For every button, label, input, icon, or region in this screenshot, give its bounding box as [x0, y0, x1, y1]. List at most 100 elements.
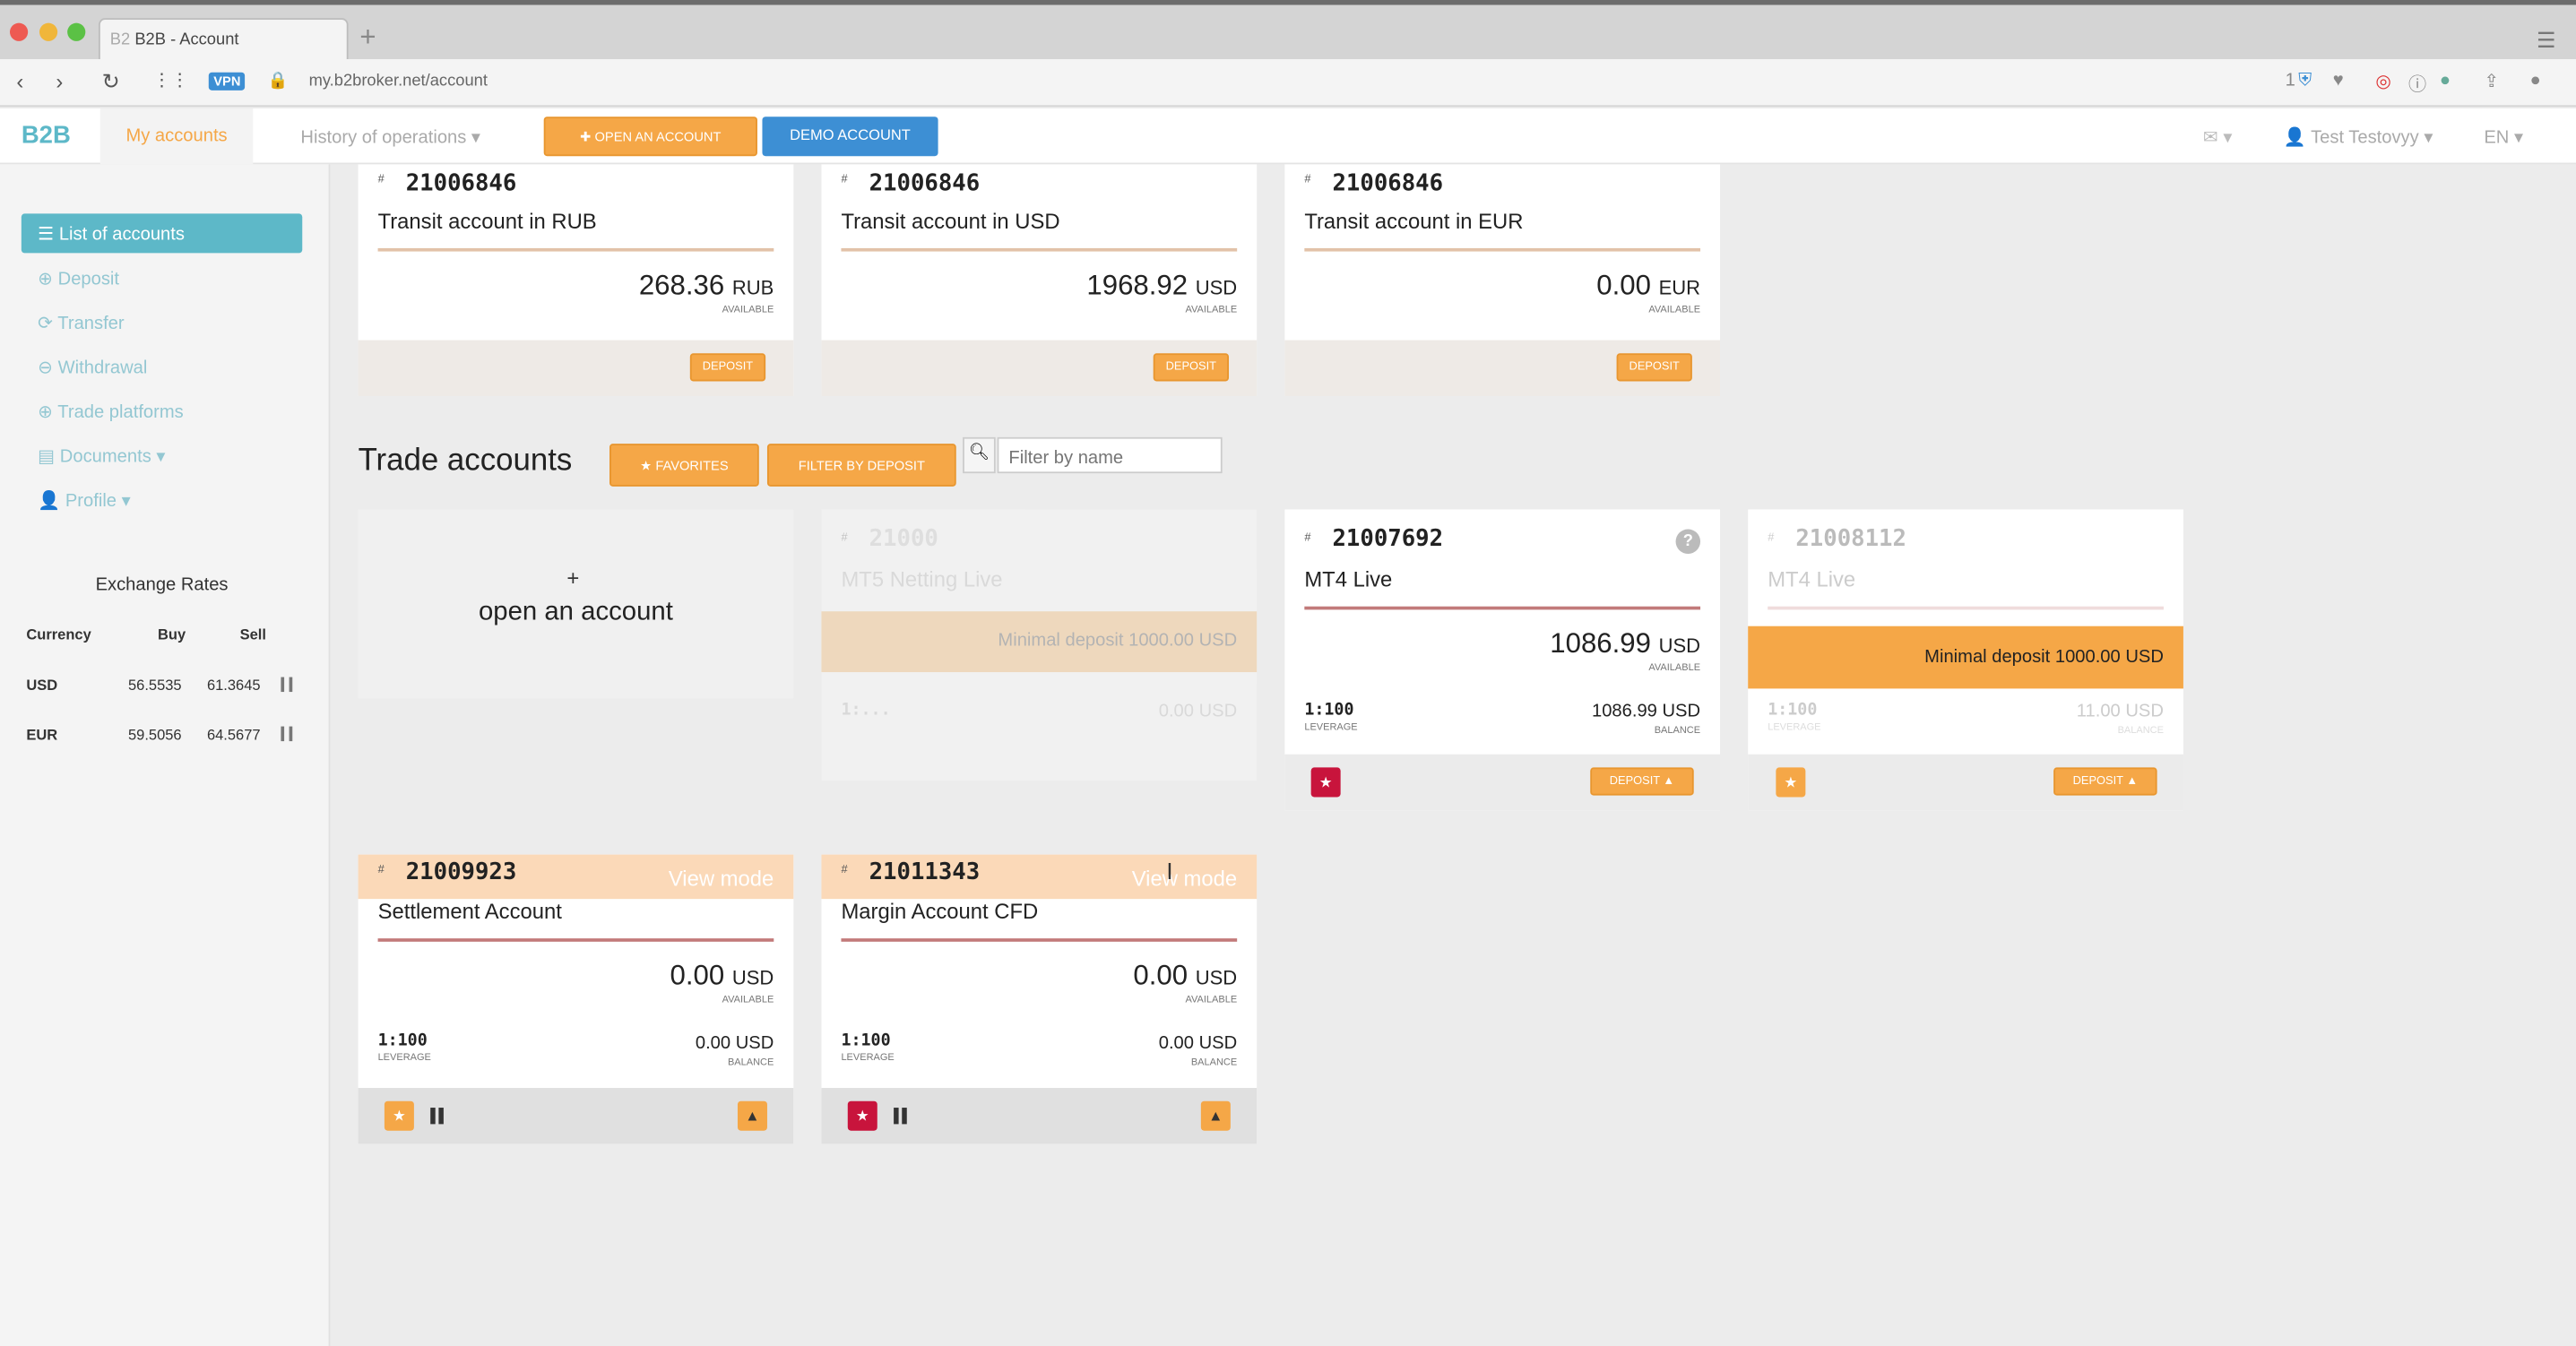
help-icon[interactable]: ?: [1675, 529, 1701, 555]
balance-label: BALANCE: [2117, 726, 2164, 737]
margin-account-card: # 21011343 View mode Margin Account CFD …: [821, 854, 1258, 1144]
account-name: MT4 Live: [1304, 566, 1393, 592]
browser-address-bar: ‹ › ↻ ⋮⋮ VPN 🔒 my.b2broker.net/account 1…: [0, 59, 2576, 108]
amount-currency: EUR: [1658, 276, 1701, 299]
new-tab-icon[interactable]: +: [359, 22, 376, 55]
user-menu[interactable]: 👤 Test Testovyy ▾: [2284, 126, 2433, 148]
search-icon[interactable]: 🔍︎: [963, 436, 996, 474]
card-footer: DEPOSIT: [1284, 340, 1721, 396]
heart-icon[interactable]: ♥: [2333, 71, 2344, 91]
favorite-star-icon[interactable]: ★: [1310, 767, 1341, 798]
favorite-star-icon[interactable]: ★: [384, 1100, 414, 1131]
sidebar-item-transfer[interactable]: ⟳ Transfer: [38, 312, 124, 333]
account-number: 21008112: [1795, 525, 1906, 553]
chart-bars-icon[interactable]: [281, 677, 293, 693]
exchange-row-sell: 61.3645: [206, 677, 261, 694]
extension-icon[interactable]: ●: [2440, 71, 2451, 91]
exchange-rates-title: Exchange Rates: [95, 574, 229, 595]
reload-icon[interactable]: ↻: [102, 69, 120, 95]
account-name: Transit account in USD: [841, 208, 1060, 234]
tab-menu-icon[interactable]: ☰: [2537, 28, 2555, 54]
account-amount: 0.00 USD: [1133, 960, 1237, 993]
share-icon[interactable]: ⇪: [2484, 71, 2499, 92]
url-field[interactable]: my.b2broker.net/account: [309, 73, 488, 91]
amount-currency: USD: [1195, 966, 1238, 990]
deposit-button[interactable]: DEPOSIT ▲: [1590, 767, 1694, 796]
transit-card-eur: # 21006846 Transit account in EUR 0.00 E…: [1284, 164, 1721, 396]
sidebar-item-profile[interactable]: 👤 Profile ▾: [38, 490, 131, 511]
sidebar: ☰ List of accounts ⊕ Deposit ⟳ Transfer …: [0, 164, 331, 1346]
mail-icon[interactable]: ✉ ▾: [2203, 126, 2233, 148]
sidebar-item-withdrawal[interactable]: ⊖ Withdrawal: [38, 357, 147, 378]
transit-card-rub: # 21006846 Transit account in RUB 268.36…: [358, 164, 794, 396]
speed-dial-icon[interactable]: ⋮⋮: [152, 69, 188, 91]
info-icon[interactable]: ⓘ: [2408, 71, 2426, 97]
mt5-netting-card: # 21000 MT5 Netting Live Minimal deposit…: [821, 509, 1258, 781]
available-label: AVAILABLE: [1185, 306, 1238, 316]
balance-label: BALANCE: [727, 1058, 774, 1069]
account-number: 21006846: [1332, 170, 1444, 198]
amount-currency: RUB: [731, 276, 774, 299]
sidebar-item-deposit[interactable]: ⊕ Deposit: [38, 268, 119, 289]
account-name: MT5 Netting Live: [841, 566, 1003, 592]
filter-by-name-input[interactable]: [997, 436, 1223, 474]
logo[interactable]: B2B: [22, 122, 71, 150]
mt4-live-card-2: # 21008112 MT4 Live Minimal deposit 1000…: [1748, 509, 2183, 811]
amount-value: 268.36: [638, 269, 725, 301]
exchange-row-buy: 56.5535: [127, 677, 182, 694]
available-label: AVAILABLE: [1185, 996, 1238, 1006]
chart-bars-icon[interactable]: [281, 726, 293, 742]
deposit-button[interactable]: DEPOSIT: [689, 353, 766, 382]
deposit-button[interactable]: DEPOSIT: [1153, 353, 1230, 382]
expand-up-icon[interactable]: ▲: [737, 1100, 767, 1131]
amount-currency: USD: [1658, 634, 1701, 658]
sidebar-item-list-of-accounts[interactable]: ☰ List of accounts: [21, 213, 303, 254]
hash-icon: #: [841, 864, 848, 876]
hash-icon: #: [841, 174, 848, 186]
leverage-value: 1:100: [1768, 702, 1818, 720]
divider: [841, 938, 1238, 942]
favorites-button[interactable]: ★ FAVORITES: [609, 444, 759, 487]
amount-value: 0.00: [1133, 959, 1189, 991]
open-account-card[interactable]: + open an account: [358, 509, 794, 699]
language-select[interactable]: EN ▾: [2484, 126, 2523, 148]
forward-icon[interactable]: ›: [56, 69, 63, 94]
amount-currency: USD: [731, 966, 774, 990]
opera-icon[interactable]: ◎: [2375, 71, 2391, 92]
demo-account-button[interactable]: DEMO ACCOUNT: [762, 116, 938, 157]
sidebar-item-documents[interactable]: ▤ Documents ▾: [38, 445, 165, 467]
maximize-window-icon[interactable]: [67, 22, 86, 41]
account-number: 21006846: [405, 170, 517, 198]
deposit-button[interactable]: DEPOSIT ▲: [2053, 767, 2157, 796]
pause-icon[interactable]: [430, 1108, 444, 1125]
sidebar-item-trade-platforms[interactable]: ⊕ Trade platforms: [38, 401, 184, 422]
filter-by-deposit-button[interactable]: FILTER BY DEPOSIT: [766, 444, 956, 487]
account-amount: 1968.92 USD: [1086, 270, 1237, 303]
deposit-button[interactable]: DEPOSIT: [1616, 353, 1692, 382]
favorite-star-icon[interactable]: ★: [847, 1100, 877, 1131]
expand-up-icon[interactable]: ▲: [1200, 1100, 1231, 1131]
close-window-icon[interactable]: [9, 22, 29, 41]
plus-icon: +: [566, 565, 580, 591]
hash-icon: #: [1304, 174, 1311, 186]
exchange-row-buy: 59.5056: [127, 726, 182, 743]
leverage-value: 1:...: [841, 702, 891, 720]
open-account-button[interactable]: ✚ OPEN AN ACCOUNT: [543, 116, 757, 157]
hash-icon: #: [1304, 532, 1311, 545]
nav-history-of-operations[interactable]: History of operations ▾: [300, 126, 480, 148]
amount-value: 0.00: [1596, 269, 1651, 301]
nav-my-accounts[interactable]: My accounts: [99, 108, 254, 165]
shield-icon[interactable]: ⛨: [2298, 71, 2312, 92]
settlement-account-card: # 21009923 View mode Settlement Account …: [358, 854, 794, 1144]
amount-currency: USD: [1195, 276, 1238, 299]
profile-icon[interactable]: ●: [2530, 71, 2541, 91]
pause-icon[interactable]: [894, 1108, 907, 1125]
browser-tab[interactable]: B2 B2B - Account: [98, 18, 349, 65]
minimize-window-icon[interactable]: [39, 22, 58, 41]
account-amount: 1086.99 USD: [1550, 628, 1700, 661]
vpn-badge[interactable]: VPN: [208, 72, 246, 91]
card-footer: ★ DEPOSIT ▲: [1284, 754, 1721, 811]
back-icon[interactable]: ‹: [16, 69, 23, 94]
account-name: Settlement Account: [377, 899, 562, 924]
favorite-star-icon[interactable]: ★: [1776, 767, 1806, 798]
